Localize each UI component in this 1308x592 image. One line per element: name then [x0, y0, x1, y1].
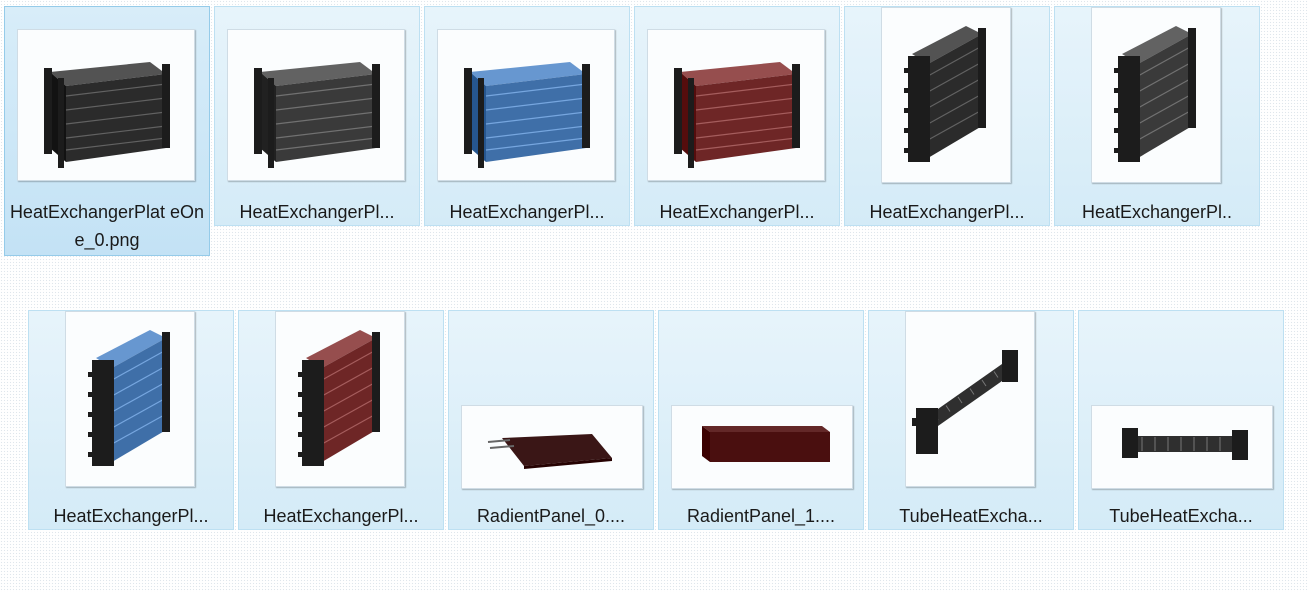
file-name-label: HeatExchangerPl...	[869, 202, 1025, 222]
file-name-label: HeatExchangerPl..	[1081, 202, 1233, 222]
file-thumbnail-view: HeatExchangerPlat eOne_0.png HeatExchang…	[0, 0, 1308, 592]
heat-exchanger-preview	[674, 62, 800, 168]
heat-exchanger-preview	[88, 330, 170, 466]
file-name-label: HeatExchangerPlat eOne_0.png	[9, 202, 205, 250]
heat-exchanger-preview	[1122, 428, 1248, 460]
heat-exchanger-preview	[254, 62, 380, 168]
file-thumbnail[interactable]: HeatExchangerPl...	[28, 310, 234, 530]
file-preview-image	[647, 29, 825, 181]
file-preview-image	[461, 405, 643, 489]
file-thumbnail[interactable]: RadientPanel_0....	[448, 310, 654, 530]
heat-exchanger-preview	[702, 426, 830, 462]
file-preview-image	[17, 29, 195, 181]
file-preview-image	[1091, 405, 1273, 489]
file-thumbnail[interactable]: TubeHeatExcha...	[868, 310, 1074, 530]
file-name-label: HeatExchangerPl...	[263, 506, 419, 526]
file-thumbnail[interactable]: HeatExchangerPl...	[214, 6, 420, 226]
file-name-label: HeatExchangerPl...	[239, 202, 395, 222]
file-thumbnail[interactable]: HeatExchangerPl...	[238, 310, 444, 530]
file-preview-image	[227, 29, 405, 181]
file-thumbnail[interactable]: HeatExchangerPl...	[844, 6, 1050, 226]
heat-exchanger-preview	[298, 330, 380, 466]
file-preview-image	[881, 7, 1011, 183]
file-thumbnail[interactable]: HeatExchangerPl..	[1054, 6, 1260, 226]
heat-exchanger-preview	[1114, 26, 1196, 162]
file-name-label: HeatExchangerPl...	[53, 506, 209, 526]
heat-exchanger-preview	[464, 62, 590, 168]
file-name-label: RadientPanel_1....	[686, 506, 836, 526]
thumbnail-row-2: HeatExchangerPl... HeatExchangerPl... Ra…	[28, 310, 1284, 530]
file-preview-image	[437, 29, 615, 181]
file-thumbnail[interactable]: RadientPanel_1....	[658, 310, 864, 530]
file-name-label: RadientPanel_0....	[476, 506, 626, 526]
heat-exchanger-preview	[912, 350, 1018, 454]
file-name-label: TubeHeatExcha...	[899, 506, 1043, 526]
file-name-label: TubeHeatExcha...	[1109, 506, 1253, 526]
file-name-label: HeatExchangerPl...	[449, 202, 605, 222]
heat-exchanger-preview	[487, 434, 612, 469]
file-thumbnail[interactable]: TubeHeatExcha...	[1078, 310, 1284, 530]
heat-exchanger-preview	[44, 62, 170, 168]
file-thumbnail[interactable]: HeatExchangerPl...	[634, 6, 840, 226]
heat-exchanger-preview	[904, 26, 986, 162]
file-preview-image	[671, 405, 853, 489]
file-thumbnail[interactable]: HeatExchangerPlat eOne_0.png	[4, 6, 210, 256]
file-preview-image	[275, 311, 405, 487]
file-thumbnail[interactable]: HeatExchangerPl...	[424, 6, 630, 226]
file-preview-image	[1091, 7, 1221, 183]
file-preview-image	[65, 311, 195, 487]
thumbnail-row-1: HeatExchangerPlat eOne_0.png HeatExchang…	[4, 6, 1260, 256]
file-name-label: HeatExchangerPl...	[659, 202, 815, 222]
file-preview-image	[905, 311, 1035, 487]
